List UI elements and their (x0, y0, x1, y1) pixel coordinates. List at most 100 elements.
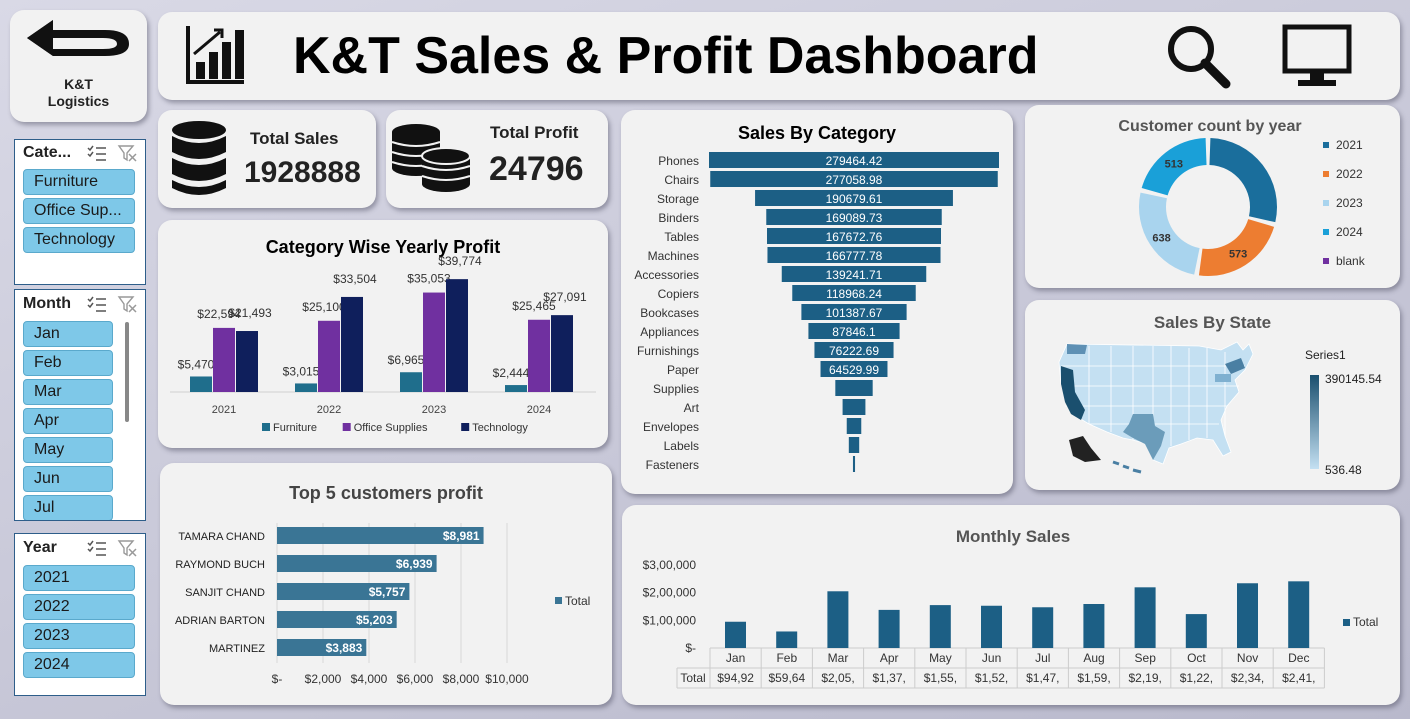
chart-title: Sales By Category (738, 123, 896, 143)
month-item-jan[interactable]: Jan (23, 321, 113, 347)
back-arrow-icon[interactable] (25, 16, 135, 66)
total-sales-label: Total Sales (250, 129, 339, 148)
x-tick-label: Oct (1187, 651, 1206, 665)
legend-swatch (1343, 619, 1350, 626)
chart-title: Top 5 customers profit (289, 483, 483, 503)
map-legend-gradient (1310, 375, 1319, 469)
profit-bar (423, 292, 445, 392)
y-tick-label: Appliances (640, 325, 699, 339)
year-item-2024[interactable]: 2024 (23, 652, 135, 678)
state-alaska (1069, 436, 1101, 462)
data-label: $5,757 (369, 585, 406, 599)
search-icon[interactable] (1166, 24, 1232, 90)
legend-swatch (1323, 171, 1329, 177)
y-tick-label: ADRIAN BARTON (175, 615, 265, 627)
table-cell: $2,41, (1282, 671, 1315, 685)
profit-bar (400, 372, 422, 392)
x-tick-label: Aug (1083, 651, 1104, 665)
month-slicer-title: Month (23, 295, 71, 312)
category-item-office-supplies[interactable]: Office Sup... (23, 198, 135, 224)
monitor-icon[interactable] (1282, 24, 1352, 90)
category-bar (852, 456, 856, 472)
x-tick-label: Jan (726, 651, 745, 665)
y-tick-label: $- (685, 641, 696, 655)
customer-count-card: Customer count by year 573 638 513 2021 2022 2… (1025, 105, 1400, 288)
y-tick-label: Fasteners (646, 458, 699, 472)
y-tick-label: TAMARA CHAND (178, 531, 265, 543)
monthly-bar (776, 631, 798, 648)
year-item-2021[interactable]: 2021 (23, 565, 135, 591)
y-tick-label: Phones (658, 154, 699, 168)
x-tick-label: Nov (1237, 651, 1258, 665)
x-tick-label: $4,000 (351, 672, 388, 686)
data-label: 76222.69 (829, 344, 879, 358)
legend-swatch (461, 423, 470, 431)
x-tick-label: Dec (1288, 651, 1309, 665)
sales-by-state-title: Sales By State (1153, 313, 1272, 332)
legend-label: blank (1336, 254, 1366, 268)
map-legend-min: 536.48 (1325, 463, 1362, 477)
category-bar (846, 418, 862, 434)
category-bar (842, 399, 866, 415)
monthly-bar (929, 605, 951, 648)
month-item-mar[interactable]: Mar (23, 379, 113, 405)
x-tick-label: 2024 (527, 404, 551, 416)
category-bar (848, 437, 860, 453)
table-cell: $1,55, (924, 671, 957, 685)
multi-select-icon[interactable] (87, 144, 107, 162)
y-tick-label: SANJIT CHAND (185, 587, 265, 599)
donut-slice (1198, 219, 1275, 276)
month-item-jun[interactable]: Jun (23, 466, 113, 492)
legend-label: 2022 (1336, 167, 1363, 181)
year-slicer-title: Year (23, 539, 57, 556)
y-tick-label: MARTINEZ (209, 643, 265, 655)
data-label: 64529.99 (829, 363, 879, 377)
month-item-may[interactable]: May (23, 437, 113, 463)
table-row-header: Total (680, 671, 705, 685)
brand-card[interactable]: K&T Logistics (10, 10, 147, 122)
legend-label: 2021 (1336, 138, 1363, 152)
month-slicer: Month Jan Feb Mar Apr May Jun Jul (14, 289, 146, 521)
coins-icon (391, 124, 471, 192)
x-tick-label: Sep (1135, 651, 1157, 665)
profit-bar (318, 320, 340, 392)
monthly-sales-card: Monthly Sales $- $1,00,000 $2,00,000 $3,00,0… (622, 505, 1400, 705)
year-item-2022[interactable]: 2022 (23, 594, 135, 620)
month-slicer-scrollbar[interactable] (125, 322, 129, 422)
month-item-apr[interactable]: Apr (23, 408, 113, 434)
year-item-2023[interactable]: 2023 (23, 623, 135, 649)
category-profit-card: Category Wise Yearly Profit $5,470 $22,594… (158, 220, 608, 448)
clear-filter-icon[interactable] (117, 295, 137, 313)
profit-bar (341, 296, 363, 392)
legend-label: Technology (472, 422, 528, 434)
y-tick-label: $1,00,000 (643, 613, 697, 627)
data-label: $5,470 (178, 357, 215, 371)
category-item-technology[interactable]: Technology (23, 227, 135, 253)
y-tick-label: Storage (657, 192, 699, 206)
data-label: $5,203 (356, 613, 393, 627)
data-label: 190679.61 (826, 192, 883, 206)
x-tick-label: $8,000 (443, 672, 480, 686)
monthly-bar (827, 591, 849, 648)
category-profit-chart: Category Wise Yearly Profit$5,470$22,594… (170, 237, 596, 434)
legend-label: 2024 (1336, 225, 1363, 239)
clear-filter-icon[interactable] (117, 144, 137, 162)
database-icon (172, 121, 226, 195)
data-label: 118968.24 (826, 287, 882, 301)
legend-label: Furniture (273, 422, 317, 434)
category-bar (835, 380, 873, 396)
data-label: 277058.98 (826, 173, 883, 187)
brand-name-line2: Logistics (47, 93, 110, 109)
table-cell: $2,19, (1129, 671, 1162, 685)
table-cell: $1,37, (873, 671, 906, 685)
y-tick-label: Labels (664, 439, 699, 453)
y-tick-label: Art (684, 401, 700, 415)
multi-select-icon[interactable] (87, 295, 107, 313)
legend-swatch (262, 423, 270, 431)
legend-swatch (1323, 258, 1329, 264)
month-item-feb[interactable]: Feb (23, 350, 113, 376)
clear-filter-icon[interactable] (117, 539, 137, 557)
multi-select-icon[interactable] (87, 539, 107, 557)
month-item-jul[interactable]: Jul (23, 495, 113, 520)
category-item-furniture[interactable]: Furniture (23, 169, 135, 195)
